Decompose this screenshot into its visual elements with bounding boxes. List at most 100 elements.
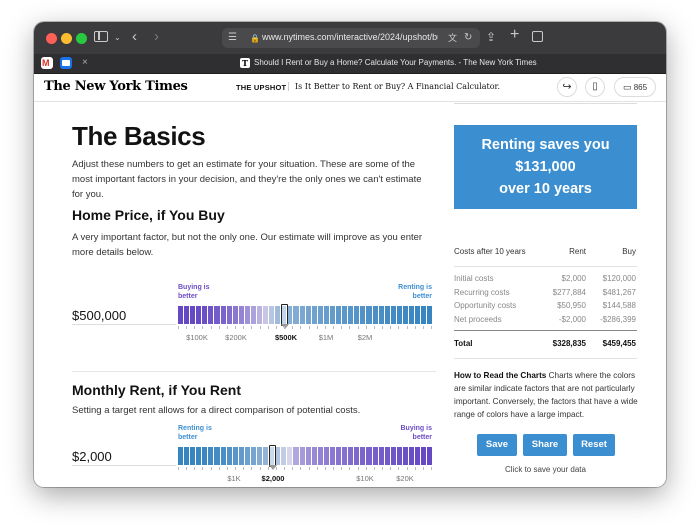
active-tab-title[interactable]: Should I Rent or Buy a Home? Calculate Y…	[254, 58, 537, 67]
site-header: The New York Times THE UPSHOT Is It Bett…	[34, 74, 666, 102]
save-note: Click to save your data	[505, 465, 586, 474]
row-rent: -$2,000	[558, 314, 586, 324]
home-price-slider[interactable]	[178, 306, 433, 324]
table-header-label: Costs after 10 years	[454, 247, 526, 256]
row-buy: $120,000	[602, 274, 636, 283]
close-window-button[interactable]	[46, 33, 57, 44]
home-price-value[interactable]: $500,000	[72, 308, 126, 323]
title-bar: ⌄ ‹ › ☰ 🔒 www.nytimes.com/interactive/20…	[34, 22, 666, 54]
comments-count: 865	[633, 83, 648, 92]
row-label: Initial costs	[454, 274, 494, 283]
total-rent: $328,835	[552, 339, 586, 348]
row-buy: -$286,399	[599, 314, 636, 324]
rent-slider[interactable]	[178, 447, 433, 465]
table-divider	[454, 266, 637, 267]
row-label: Net proceeds	[454, 314, 502, 324]
page-content: The Basics Adjust these numbers to get a…	[34, 103, 666, 487]
nyt-logo[interactable]: The New York Times	[44, 79, 188, 94]
total-row: Total $328,835 $459,455	[454, 339, 637, 353]
home-price-tick-labels: $100K $200K $500K $1M $2M	[178, 333, 432, 343]
minimize-window-button[interactable]	[61, 33, 72, 44]
row-buy: $144,588	[602, 301, 636, 310]
total-buy: $459,455	[602, 339, 636, 348]
share-button[interactable]: Share	[523, 434, 567, 456]
tick-label-selected: $500K	[274, 333, 298, 342]
total-divider	[454, 330, 637, 331]
table-row: Initial costs $2,000 $120,000	[454, 274, 637, 288]
row-rent: $2,000	[561, 274, 586, 283]
intro-text: Adjust these numbers to get an estimate …	[72, 159, 422, 200]
tick-label-selected: $2,000	[261, 474, 285, 483]
tab-bar: M × T Should I Rent or Buy a Home? Calcu…	[34, 54, 666, 74]
home-price-heading: Home Price, if You Buy	[72, 207, 225, 223]
reload-icon[interactable]: ↻	[464, 31, 472, 45]
table-header-buy: Buy	[622, 247, 636, 256]
share-icon[interactable]: ⇪	[486, 30, 496, 44]
home-price-ticks	[178, 326, 432, 330]
row-label: Opportunity costs	[454, 301, 517, 310]
chevron-left-icon[interactable]: ‹	[132, 29, 137, 44]
result-line-1: Renting saves you	[481, 137, 610, 153]
section-divider	[72, 371, 436, 372]
total-label: Total	[454, 339, 473, 348]
rent-desc: Setting a target rent allows for a direc…	[72, 405, 361, 416]
reset-button[interactable]: Reset	[573, 434, 615, 456]
row-rent: $277,884	[552, 287, 586, 297]
table-header: Costs after 10 years Rent Buy	[454, 247, 637, 261]
chevron-right-icon[interactable]: ›	[154, 29, 159, 44]
rent-value[interactable]: $2,000	[72, 449, 112, 464]
row-buy: $481,267	[602, 287, 636, 297]
table-row: Opportunity costs $50,950 $144,588	[454, 301, 637, 315]
section-label[interactable]: THE UPSHOT	[236, 83, 286, 92]
browser-window: ⌄ ‹ › ☰ 🔒 www.nytimes.com/interactive/20…	[34, 22, 666, 487]
translate-icon[interactable]: 文	[448, 31, 457, 45]
result-box: Renting saves you $131,000 over 10 years	[454, 125, 637, 209]
rent-slider-handle[interactable]	[269, 445, 276, 467]
tick-label: $200K	[225, 333, 247, 342]
rent-underline	[72, 465, 176, 466]
tabs-icon[interactable]	[532, 31, 543, 42]
gmail-tab-icon[interactable]: M	[41, 57, 53, 69]
tick-label: $100K	[186, 333, 208, 342]
chevron-down-icon[interactable]: ⌄	[114, 31, 121, 45]
buying-better-caption: Buying is better	[178, 284, 210, 300]
buying-better-caption: Buying is better	[400, 425, 432, 441]
close-tab-icon[interactable]: ×	[82, 57, 88, 68]
tick-label: $1M	[318, 333, 334, 342]
row-rent: $50,950	[557, 301, 586, 310]
page-menu-icon[interactable]: ☰	[228, 31, 237, 45]
table-row: Recurring costs $277,884 $481,267	[454, 288, 637, 302]
comment-icon: ▭	[622, 82, 632, 92]
cost-table: Costs after 10 years Rent Buy	[454, 247, 637, 261]
home-price-underline	[72, 324, 176, 325]
tick-label: $10K	[356, 474, 374, 483]
plus-icon[interactable]: +	[510, 27, 519, 43]
home-price-slider-handle[interactable]	[281, 304, 288, 326]
bookmark-icon[interactable]: ▯	[585, 77, 605, 97]
rent-ticks	[178, 467, 432, 471]
result-amount: $131,000	[515, 159, 576, 175]
share-icon[interactable]: ↪	[557, 77, 577, 97]
calendar-tab-icon[interactable]	[60, 57, 72, 69]
address-bar[interactable]: ☰ 🔒 www.nytimes.com/interactive/2024/ups…	[222, 28, 480, 48]
tick-label: $1K	[227, 474, 241, 483]
result-line-3: over 10 years	[499, 181, 592, 197]
save-button[interactable]: Save	[477, 434, 517, 456]
top-divider	[454, 103, 637, 104]
url-text[interactable]: www.nytimes.com/interactive/2024/upshot/…	[262, 32, 438, 42]
comments-button[interactable]: ▭ 865	[614, 77, 656, 97]
how-to-read-title: How to Read the Charts	[454, 371, 547, 380]
rent-heading: Monthly Rent, if You Rent	[72, 382, 242, 398]
how-to-read: How to Read the Charts Charts where the …	[454, 369, 640, 421]
renting-better-caption: Renting is better	[398, 284, 432, 300]
renting-better-caption: Renting is better	[178, 425, 212, 441]
sidebar-icon[interactable]	[94, 31, 108, 42]
table-row: Net proceeds -$2,000 -$286,399	[454, 315, 637, 329]
article-headline: Is It Better to Rent or Buy? A Financial…	[288, 82, 500, 91]
nyt-favicon-icon: T	[240, 58, 250, 68]
total-row-wrap: Total $328,835 $459,455	[454, 339, 637, 353]
tick-label: $2M	[357, 333, 373, 342]
lock-icon: 🔒	[250, 34, 260, 43]
zoom-window-button[interactable]	[76, 33, 87, 44]
row-label: Recurring costs	[454, 287, 510, 297]
